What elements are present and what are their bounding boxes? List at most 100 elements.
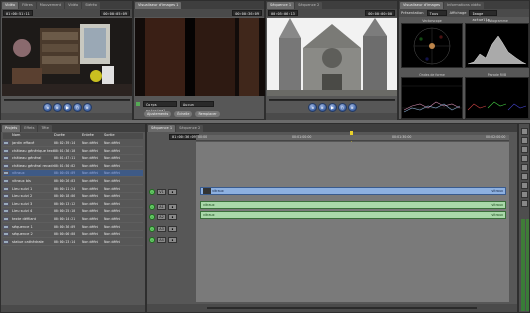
presentation-select[interactable]: Tous [426,10,447,16]
playhead[interactable] [350,131,353,135]
canvas2-play-button[interactable]: ▶ [328,103,337,112]
track-a1-audio-icon[interactable]: • [149,203,155,210]
canvas2-duration-timecode[interactable]: 00:05:06:13 [268,10,298,16]
viewer-duration-timecode[interactable]: 01:00:51:11 [3,10,33,16]
clip-out: Non défini [104,148,120,153]
tab-sequence-1[interactable]: Séquence 1 [267,2,295,9]
adjust-button[interactable]: Ajustements [144,111,172,117]
clip-out: Non défini [104,232,120,237]
viewer-play-in-out-button[interactable]: ▸ [53,103,62,112]
list-item[interactable]: séquence 1 00:00:36:09 Non défini Non défin… [3,224,143,231]
tab-video-info[interactable]: Informations vidéo [444,2,484,9]
clip-duration: 00:00:11:24 [54,186,76,191]
column-out[interactable]: Sortie [104,133,120,139]
canvas2-play-around-button[interactable]: ○ [338,103,347,112]
tab-effects[interactable]: Effets [21,125,38,132]
column-name[interactable]: Nom [12,133,54,139]
track-a1-label[interactable]: A1 [157,203,166,210]
column-in[interactable]: Entrée [82,133,104,139]
tab-viewer-video2[interactable]: Vidéo [65,2,82,9]
track-a4-controls: • A4 ∎ [149,235,195,244]
scopes-tabs: Visualiseur d'images Informations vidéo [399,1,529,9]
timeline-tabs: Séquence 1 Séquence 2 [147,124,517,132]
razor-tool-icon[interactable] [521,173,528,180]
list-item[interactable]: séquence 2 00:00:00:00 Non défini Non défin… [3,231,143,239]
track-select-tool-icon[interactable] [521,146,528,153]
canvas2-play-in-out-button[interactable]: ▸ [318,103,327,112]
viewer-scrubber[interactable] [4,99,130,102]
crop-tool-icon[interactable] [521,191,528,198]
column-duration[interactable]: Durée [54,133,82,139]
edit-select-tool-icon[interactable] [521,137,528,144]
list-item[interactable]: jardin effacé 00:02:39:14 Non défini Non dé… [3,140,143,147]
track-a2-lock-icon[interactable]: ∎ [168,213,177,220]
timeline-current-timecode[interactable]: 01:00:36:09 [169,134,199,140]
track-v1-clip[interactable]: vitraux vitraux [200,187,506,195]
canvas2-next-edit-button[interactable]: ▸ [348,103,357,112]
list-item[interactable]: statue cathédrale 00:00:23:14 Non défini No… [3,239,143,246]
canvas2-transport: ◂ ▸ ▶ ○ ▸ [308,103,357,112]
display-select[interactable]: Image actuelle [469,10,498,22]
list-item[interactable]: Lieu suivi 2 00:00:18:06 Non défini Non déf… [3,193,143,201]
canvas-mode-select[interactable]: Aucun [180,101,214,107]
list-item[interactable]: Lieu suivi 4 00:00:25:10 Non défini Non déf… [3,208,143,216]
tab-viewer-stereo[interactable]: Stéréo [82,2,100,9]
canvas-layer-select[interactable]: Corps principal [143,101,177,113]
scale-button[interactable]: Échelle [174,111,193,117]
select-tool-icon[interactable] [521,128,528,135]
tab-sequence-2[interactable]: Séquence 2 [295,2,323,9]
track-v1-lock-icon[interactable]: ∎ [168,188,177,195]
list-item[interactable]: château général 00:01:47:11 Non défini Non … [3,155,143,163]
viewer-play-around-button[interactable]: ○ [73,103,82,112]
clip-in: Non défini [82,186,99,191]
list-item[interactable]: château général recadré 00:01:50:02 Non dé… [3,163,143,170]
track-a4-lock-icon[interactable]: ∎ [168,236,177,243]
tab-head[interactable]: Tête [38,125,52,132]
track-a3-label[interactable]: A3 [157,225,166,232]
canvas2-current-timecode[interactable]: 00:00:00:00 [365,10,395,16]
canvas2-prev-edit-button[interactable]: ◂ [308,103,317,112]
list-item[interactable]: texte défilant 00:00:14:21 Non défini Non d… [3,216,143,223]
slip-tool-icon[interactable] [521,164,528,171]
track-a1-clip[interactable]: vitraux vitraux [200,201,506,209]
waveform-label: Ondes de forme [419,73,445,77]
tab-projects[interactable]: Projets [2,125,21,132]
track-v1-label[interactable]: V1 [157,188,166,195]
track-a1-lock-icon[interactable]: ∎ [168,203,177,210]
replace-button[interactable]: Remplacer [195,111,220,117]
tab-canvas[interactable]: Visualiseur d'images 1 [135,2,182,9]
list-item[interactable]: vitraux 00:00:05:09 Non défini Non défini [3,170,143,178]
track-v1-visibility-icon[interactable]: • [149,188,155,195]
viewer-current-timecode[interactable]: 00:00:05:09 [100,10,130,16]
track-a4-audio-icon[interactable]: • [149,236,155,243]
timeline-zoom-slider[interactable] [207,307,477,309]
track-a3-lock-icon[interactable]: ∎ [168,225,177,232]
viewer-play-button[interactable]: ▶ [63,103,72,112]
zoom-tool-icon[interactable] [521,182,528,189]
track-a2-audio-icon[interactable]: • [149,213,155,220]
list-item[interactable]: vitraux bis 00:00:26:03 Non défini Non défi… [3,178,143,185]
list-item[interactable]: château générique texte 00:01:36:10 Non dé… [3,148,143,155]
viewer-prev-edit-button[interactable]: ◂ [43,103,52,112]
clip-icon [3,186,9,191]
tab-timeline-seq1[interactable]: Séquence 1 [148,125,176,132]
clip-out: Non défini [104,217,120,221]
timeline-ruler[interactable]: 00:00 00:01:00:00 00:01:30:00 00:02:00:0… [196,131,509,141]
tab-viewer-video[interactable]: Vidéo [2,2,19,9]
pen-tool-icon[interactable] [521,200,528,207]
track-a3-audio-icon[interactable]: • [149,225,155,232]
canvas-timecode[interactable]: 00:00:36:09 [232,10,262,16]
tab-viewer-filters[interactable]: Filtres [19,2,36,9]
track-a2-label[interactable]: A2 [157,213,166,220]
track-a2-clip[interactable]: vitraux vitraux [200,211,506,219]
scopes-options-bar: Présentation Tous Affichage Image actuel… [399,9,529,22]
canvas2-scrubber[interactable] [269,99,395,102]
tab-viewer-motion[interactable]: Mouvement [36,2,65,9]
roll-tool-icon[interactable] [521,155,528,162]
tab-image-viewer[interactable]: Visualiseur d'images [400,2,444,9]
list-item[interactable]: Lieu suivi 1 00:00:11:24 Non défini Non déf… [3,186,143,193]
track-a4-label[interactable]: A4 [157,236,166,243]
tab-timeline-seq2[interactable]: Séquence 2 [176,125,204,132]
viewer-next-edit-button[interactable]: ▸ [83,103,92,112]
list-item[interactable]: Lieu suivi 3 00:00:13:12 Non défini Non déf… [3,201,143,208]
